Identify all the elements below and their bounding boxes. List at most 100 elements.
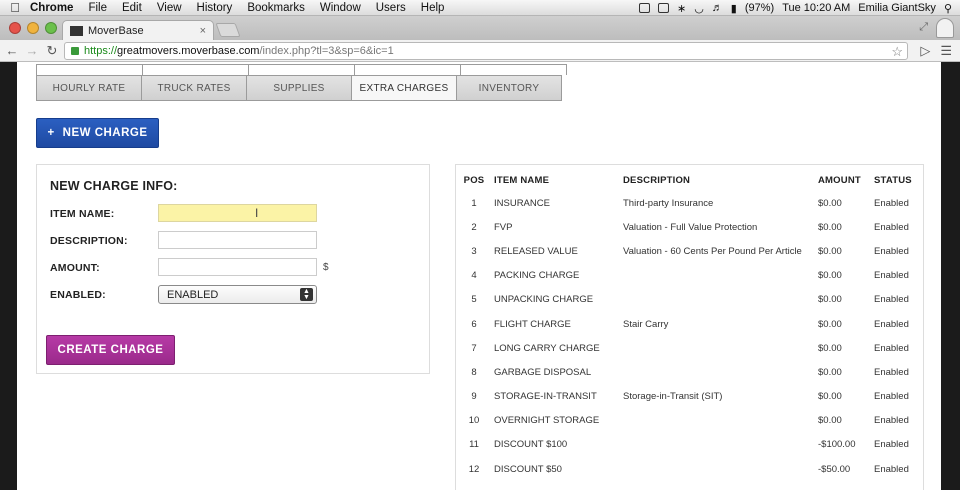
table-row[interactable]: 10 OVERNIGHT STORAGE $0.00 Enabled [456,409,923,433]
forward-icon[interactable]: → [24,43,40,58]
chrome-menu-icon[interactable]: ☰ [940,43,952,59]
table-row[interactable]: 4 PACKING CHARGE $0.00 Enabled [456,264,923,288]
close-window-icon[interactable] [9,22,21,34]
close-tab-icon[interactable]: × [200,25,206,37]
plus-icon: + [47,127,55,139]
table-row[interactable]: 3 RELEASED VALUE Valuation - 60 Cents Per … [456,239,923,263]
upper-tab-row-remnant [36,64,567,75]
amount-label: AMOUNT: [50,262,100,274]
tray-app-icon[interactable] [638,3,650,13]
menu-window[interactable]: Window [320,2,361,14]
tab-truck-rates[interactable]: TRUCK RATES [141,75,247,101]
enabled-select[interactable]: ENABLED ▲ ▼ [158,285,317,304]
cell-item-name: OVERNIGHT STORAGE [494,415,600,427]
cell-amount: $0.00 [818,366,842,378]
description-label: DESCRIPTION: [50,235,128,247]
create-charge-button[interactable]: CREATE CHARGE [46,335,175,365]
menu-file[interactable]: File [88,2,107,14]
menu-help[interactable]: Help [421,2,445,14]
item-name-label: ITEM NAME: [50,208,115,220]
cell-pos: 9 [471,391,477,403]
cell-description [623,409,818,433]
tab-extra-charges[interactable]: EXTRA CHARGES [351,75,457,101]
description-input[interactable] [158,231,317,249]
cell-item-name: UNPACKING CHARGE [494,294,594,306]
cell-pos: 10 [468,415,480,427]
cell-pos: 4 [471,270,477,282]
browser-tab-strip: MoverBase × ⤢ [0,16,960,40]
wifi-icon[interactable]: ◡ [694,2,704,15]
cell-item-name: STORAGE-IN-TRANSIT [494,391,597,403]
text-cursor-icon: I [255,206,259,220]
cell-pos: 5 [471,294,477,306]
cell-status: Enabled [874,439,909,451]
menu-history[interactable]: History [197,2,233,14]
cell-description [623,264,818,288]
cell-status: Enabled [874,342,909,354]
profile-avatar-icon[interactable] [936,18,954,38]
window-controls [9,22,57,34]
cell-amount: -$100.00 [818,439,856,451]
address-bar[interactable]: https:// greatmovers.moverbase.com /inde… [64,42,908,60]
cell-description: Third-party Insurance [623,197,714,209]
new-charge-form: NEW CHARGE INFO: ITEM NAME: I DESCRIPTIO… [36,164,430,374]
cell-pos: 11 [469,439,479,451]
minimize-window-icon[interactable] [27,22,39,34]
tab-hourly-rate[interactable]: HOURLY RATE [36,75,142,101]
maximize-window-icon[interactable] [45,22,57,34]
tray-display-icon[interactable] [657,3,669,13]
cell-amount: $0.00 [818,245,842,257]
cell-description: Stair Carry [623,318,669,330]
back-icon[interactable]: ← [4,43,20,58]
extension-icon[interactable]: ▷ [920,43,930,59]
battery-percent: (97%) [744,2,775,14]
item-name-input[interactable]: I [158,204,317,222]
table-row[interactable]: 1 INSURANCE Third-party Insurance $0.00 Enab… [456,191,923,215]
clock[interactable]: Tue 10:20 AM [782,2,850,14]
select-arrows-icon: ▲ ▼ [300,288,313,301]
amount-input[interactable] [158,258,317,276]
bluetooth-icon[interactable]: ∗ [677,2,686,15]
menu-app-name[interactable]: Chrome [30,2,73,14]
cell-description: Valuation - Full Value Protection [623,221,758,233]
menu-edit[interactable]: Edit [122,2,142,14]
table-row[interactable]: 6 FLIGHT CHARGE Stair Carry $0.00 Enabled [456,312,923,336]
table-row[interactable]: 9 STORAGE-IN-TRANSIT Storage-in-Transit (S… [456,385,923,409]
fullscreen-icon[interactable]: ⤢ [919,21,928,34]
table-row[interactable]: 11 DISCOUNT $100 -$100.00 Enabled [456,433,923,457]
header-amount: AMOUNT [818,174,861,186]
tab-supplies[interactable]: SUPPLIES [246,75,352,101]
cell-description [623,433,818,457]
user-name[interactable]: Emilia GiantSky [858,2,936,14]
battery-icon[interactable]: ▮ [731,2,737,15]
table-row[interactable]: 5 UNPACKING CHARGE $0.00 Enabled [456,288,923,312]
header-item-name: ITEM NAME [494,174,550,186]
cell-pos: 7 [471,342,477,354]
cell-item-name: LONG CARRY CHARGE [494,342,600,354]
table-row[interactable]: 7 LONG CARRY CHARGE $0.00 Enabled [456,336,923,360]
spotlight-search-icon[interactable]: ⚲ [944,2,952,15]
cell-status: Enabled [874,294,909,306]
table-row[interactable]: 12 DISCOUNT $50 -$50.00 Enabled [456,457,923,481]
table-row[interactable]: 8 GARBAGE DISPOSAL $0.00 Enabled [456,360,923,384]
new-tab-button[interactable] [215,23,241,37]
menu-view[interactable]: View [157,2,182,14]
apple-menu-icon[interactable]:  [0,0,30,15]
page-scrollbar-area [941,62,960,490]
cell-description [623,360,818,384]
browser-tab[interactable]: MoverBase × [62,20,214,40]
menu-bookmarks[interactable]: Bookmarks [247,2,305,14]
volume-icon[interactable]: ♬ [712,2,723,14]
cell-item-name: GARBAGE DISPOSAL [494,366,592,378]
bookmark-star-icon[interactable]: ☆ [891,44,903,60]
charges-table-panel: POS ITEM NAME DESCRIPTION AMOUNT STATUS … [455,164,924,490]
cell-item-name: RELEASED VALUE [494,245,578,257]
cell-description: Valuation - 60 Cents Per Pound Per Artic… [623,245,802,257]
reload-icon[interactable]: ↻ [44,43,60,59]
new-charge-button[interactable]: + NEW CHARGE [36,118,159,148]
cell-item-name: DISCOUNT $50 [494,463,562,475]
cell-amount: $0.00 [818,415,842,427]
menu-users[interactable]: Users [376,2,406,14]
tab-inventory[interactable]: INVENTORY [456,75,562,101]
table-row[interactable]: 2 FVP Valuation - Full Value Protection $0.… [456,215,923,239]
